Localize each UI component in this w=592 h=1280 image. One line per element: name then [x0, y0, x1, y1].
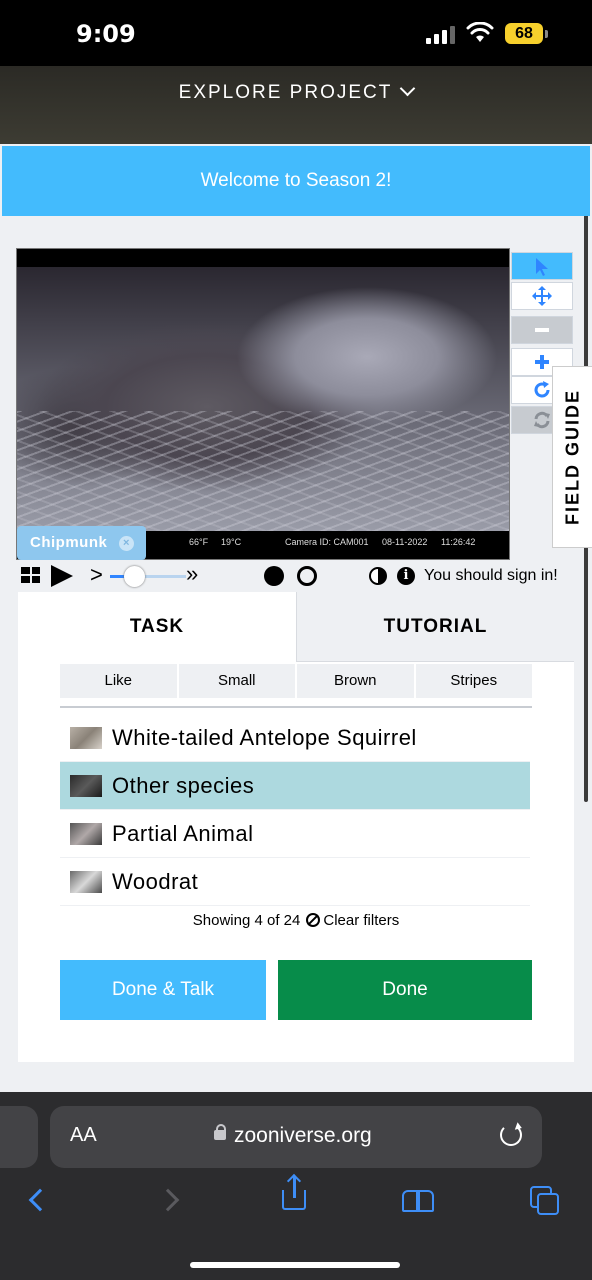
choice-thumbnail — [70, 727, 102, 749]
battery-icon: 68 — [505, 23, 543, 44]
choice-thumbnail — [70, 871, 102, 893]
battery-tip — [545, 30, 548, 38]
filter-stripes[interactable]: Stripes — [415, 664, 532, 698]
clear-filters-link[interactable]: Clear filters — [323, 912, 399, 929]
subject-viewer[interactable]: 66°F 19°C Camera ID: CAM001 08-11-2022 1… — [16, 248, 510, 560]
divider — [60, 706, 532, 708]
filter-like[interactable]: Like — [60, 664, 177, 698]
status-bar: 9:09 68 — [0, 0, 592, 66]
tab-task[interactable]: TASK — [18, 592, 296, 662]
ground-straw — [17, 411, 509, 531]
slider-thumb[interactable] — [123, 566, 145, 587]
announcement-banner: Welcome to Season 2! — [2, 146, 590, 216]
choice-item[interactable]: White-tailed Antelope Squirrel — [60, 714, 530, 762]
choice-item[interactable]: Other species — [60, 762, 530, 810]
filled-circle-button[interactable] — [264, 566, 284, 586]
forward-icon[interactable] — [156, 1188, 180, 1212]
explore-project-label: EXPLORE PROJECT — [178, 82, 393, 103]
choice-thumbnail — [70, 823, 102, 845]
temp-f: 66°F — [189, 537, 209, 547]
choice-label: Other species — [112, 773, 255, 798]
chip-label: Chipmunk — [30, 534, 108, 551]
task-panel: TASK TUTORIAL Like Small Brown Stripes W… — [18, 592, 574, 1062]
move-arrows-icon — [532, 286, 552, 306]
reload-icon[interactable] — [500, 1124, 522, 1146]
arrow-pointer-icon — [536, 258, 548, 276]
info-icon[interactable]: i — [397, 567, 415, 585]
browser-toolbar: AA zooniverse.org — [0, 1092, 592, 1280]
filter-small[interactable]: Small — [178, 664, 295, 698]
results-summary: Showing 4 of 24 Clear filters — [18, 912, 574, 929]
status-time: 9:09 — [76, 20, 136, 48]
home-indicator — [190, 1262, 400, 1268]
bookmarks-icon[interactable] — [402, 1190, 436, 1214]
reset-icon — [534, 411, 550, 429]
choice-label: Woodrat — [112, 869, 199, 894]
speed-up-button[interactable]: » — [186, 561, 198, 587]
choice-item[interactable]: Partial Animal — [60, 810, 530, 858]
project-header: EXPLORE PROJECT — [0, 66, 592, 144]
filter-brown[interactable]: Brown — [297, 664, 414, 698]
explore-project-menu[interactable]: EXPLORE PROJECT — [0, 80, 592, 104]
done-and-talk-button[interactable]: Done & Talk — [60, 960, 266, 1020]
speed-down-button[interactable]: > — [90, 562, 103, 588]
empty-circle-button[interactable] — [297, 566, 317, 586]
filter-bar: Like Small Brown Stripes — [60, 664, 532, 698]
tabs-icon[interactable] — [530, 1186, 560, 1216]
camera-id: Camera ID: CAM001 — [285, 537, 369, 547]
field-guide-tab[interactable]: FIELD GUIDE — [552, 366, 592, 548]
signal-icon — [426, 26, 456, 44]
playback-controls: > » i You should sign in! — [18, 561, 578, 590]
zoom-out-button[interactable] — [511, 316, 573, 344]
pointer-tool-button[interactable] — [511, 252, 573, 280]
choice-label: White-tailed Antelope Squirrel — [112, 725, 417, 750]
chevron-down-icon — [400, 80, 416, 97]
back-icon[interactable] — [28, 1188, 52, 1212]
wifi-icon — [466, 22, 494, 42]
chip-remove-icon[interactable]: × — [119, 536, 134, 551]
speed-slider[interactable] — [110, 565, 186, 589]
grid-view-icon[interactable] — [21, 567, 40, 583]
field-guide-label: FIELD GUIDE — [562, 388, 582, 526]
reader-aa-button[interactable]: AA — [70, 1124, 97, 1147]
choice-thumbnail — [70, 775, 102, 797]
minus-icon — [535, 328, 549, 332]
plus-icon — [535, 355, 549, 369]
clear-filter-icon[interactable] — [306, 913, 321, 927]
lock-icon — [214, 1124, 226, 1140]
capture-time: 11:26:42 — [441, 537, 476, 547]
capture-date: 08-11-2022 — [382, 537, 428, 547]
done-button[interactable]: Done — [278, 960, 532, 1020]
species-choice-list: White-tailed Antelope Squirrel Other spe… — [60, 714, 530, 906]
camera-trap-image — [17, 267, 509, 531]
play-icon[interactable] — [51, 565, 73, 587]
selected-species-chip[interactable]: Chipmunk × — [17, 526, 146, 560]
choice-item[interactable]: Woodrat — [60, 858, 530, 906]
previous-tab-peek[interactable] — [0, 1106, 38, 1168]
tab-tutorial[interactable]: TUTORIAL — [296, 592, 574, 662]
rotate-icon — [534, 381, 550, 398]
showing-count: Showing 4 of 24 — [192, 912, 301, 929]
url-text[interactable]: zooniverse.org — [234, 1124, 372, 1148]
temp-c: 19°C — [221, 537, 242, 547]
share-icon[interactable] — [282, 1176, 306, 1210]
contrast-icon[interactable] — [369, 567, 387, 585]
move-tool-button[interactable] — [511, 282, 573, 310]
sign-in-prompt[interactable]: You should sign in! — [424, 567, 558, 585]
address-bar[interactable]: AA zooniverse.org — [50, 1106, 542, 1168]
choice-label: Partial Animal — [112, 821, 254, 846]
